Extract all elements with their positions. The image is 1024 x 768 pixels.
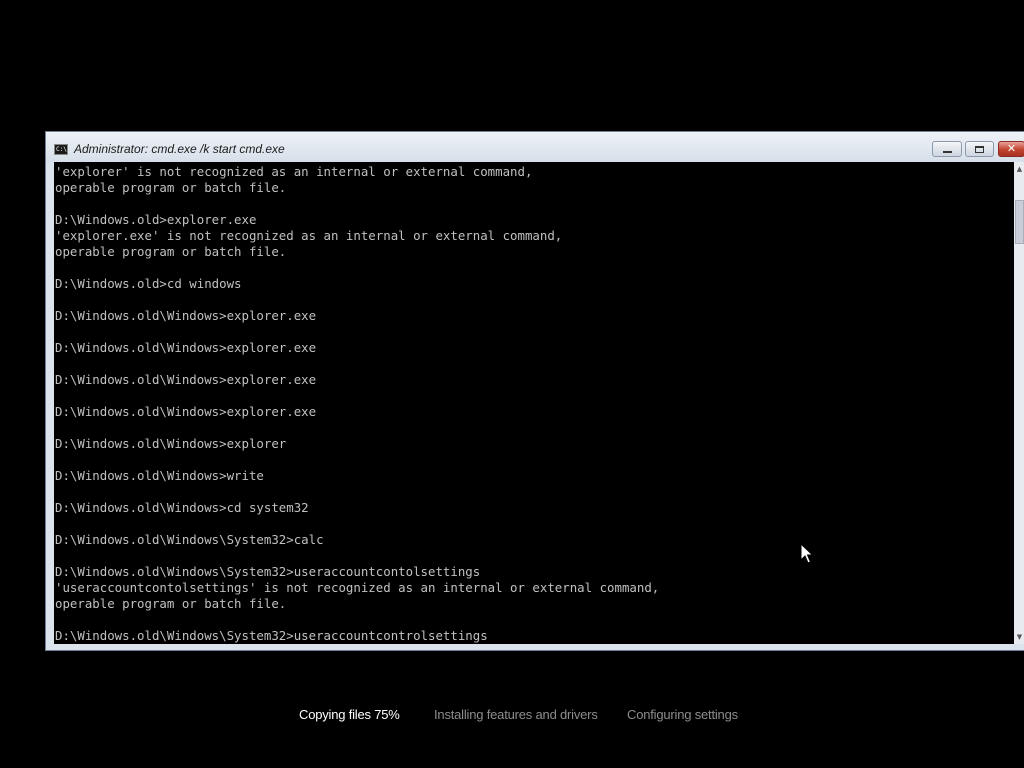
console-line: D:\Windows.old\Windows\System32>useracco… [55, 564, 481, 579]
console-line: D:\Windows.old\Windows>explorer.exe [55, 404, 317, 419]
console-output[interactable]: 'explorer' is not recognized as an inter… [54, 162, 1014, 644]
console-line: D:\Windows.old\Windows>explorer.exe [55, 308, 317, 323]
close-button[interactable]: ✕ [998, 141, 1024, 157]
console-line: operable program or batch file. [55, 244, 287, 259]
minimize-icon [942, 151, 952, 153]
console-line: D:\Windows.old>explorer.exe [55, 212, 257, 227]
window-title: Administrator: cmd.exe /k start cmd.exe [74, 142, 285, 156]
maximize-button[interactable] [965, 141, 994, 157]
step-installing-features: Installing features and drivers [434, 707, 598, 722]
console-line: D:\Windows.old\Windows>cd system32 [55, 500, 309, 515]
cmd-window[interactable]: C:\ Administrator: cmd.exe /k start cmd.… [45, 131, 1024, 651]
console-line: D:\Windows.old\Windows>explorer.exe [55, 340, 317, 355]
console-line: D:\Windows.old>cd windows [55, 276, 242, 291]
console-icon: C:\ [54, 144, 68, 155]
console-line: operable program or batch file. [55, 596, 287, 611]
console-line: D:\Windows.old\Windows\System32>useracco… [55, 628, 488, 643]
scroll-thumb[interactable] [1015, 200, 1024, 244]
console-text: 'explorer' is not recognized as an inter… [55, 164, 659, 644]
console-line: 'explorer.exe' is not recognized as an i… [55, 228, 563, 243]
console-line: D:\Windows.old\Windows>write [55, 468, 264, 483]
step-configuring-settings: Configuring settings [627, 707, 738, 722]
setup-progress-steps: Copying files 75% Installing features an… [0, 707, 1024, 727]
close-icon: ✕ [1006, 142, 1017, 155]
console-line: D:\Windows.old\Windows>explorer.exe [55, 372, 317, 387]
window-titlebar[interactable]: C:\ Administrator: cmd.exe /k start cmd.… [46, 132, 1024, 162]
minimize-button[interactable] [932, 141, 962, 157]
console-line: operable program or batch file. [55, 180, 287, 195]
console-line: D:\Windows.old\Windows>explorer [55, 436, 287, 451]
scroll-down-arrow-icon[interactable]: ▼ [1014, 630, 1024, 644]
mouse-pointer-icon [800, 543, 814, 564]
console-line: D:\Windows.old\Windows\System32>calc [55, 532, 324, 547]
step-copying-files: Copying files 75% [299, 707, 400, 722]
console-line: 'explorer' is not recognized as an inter… [55, 164, 533, 179]
console-line: 'useraccountcontolsettings' is not recog… [55, 580, 660, 595]
maximize-icon [975, 145, 984, 153]
setup-screen: C:\ Administrator: cmd.exe /k start cmd.… [0, 0, 1024, 768]
vertical-scrollbar[interactable]: ▲ ▼ [1014, 162, 1024, 644]
scroll-up-arrow-icon[interactable]: ▲ [1014, 162, 1024, 176]
